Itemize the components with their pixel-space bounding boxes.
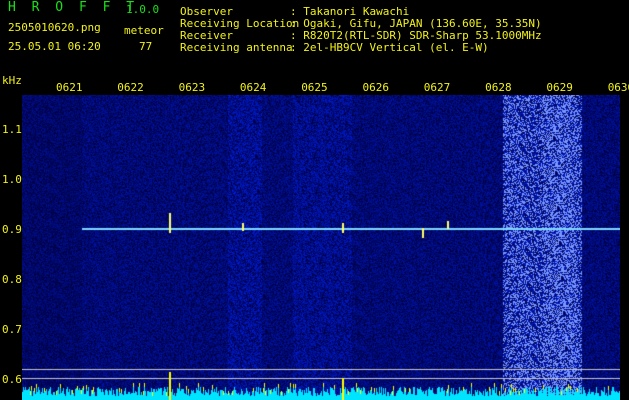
freq-tick: 0.9 [2,223,22,236]
freq-tick: 1.1 [2,123,22,136]
freq-tick: 0.8 [2,273,22,286]
time-tick: 0625 [301,81,328,94]
antenna-value: : 2el-HB9CV Vertical (el. E-W) [290,41,489,54]
time-tick: 0628 [485,81,512,94]
header-panel: H R O F F T 1.0.0 2505010620.png meteor … [0,0,629,77]
app-title: H R O F F T [8,0,139,15]
meteor-count: 77 [139,40,153,53]
time-tick: 0630 [607,81,629,94]
time-tick: 0622 [117,81,144,94]
y-axis-unit: kHz [2,74,22,87]
antenna-label: Receiving antenna [180,41,293,54]
time-tick: 0621 [56,81,83,94]
freq-tick: 0.7 [2,323,22,336]
time-tick: 0627 [423,81,451,94]
file-name: 2505010620.png [8,21,101,34]
spectrogram [22,95,620,400]
spectrogram-canvas [22,95,620,400]
app-version: 1.0.0 [126,3,160,16]
file-datetime: 25.05.01 06:20 [8,40,101,53]
time-tick: 0623 [178,81,206,94]
time-tick: 0624 [239,81,267,94]
time-tick: 0626 [362,81,390,94]
freq-tick: 0.6 [2,373,22,386]
freq-tick: 1.0 [2,173,22,186]
time-tick: 0629 [546,81,573,94]
meteor-label: meteor [124,24,164,37]
